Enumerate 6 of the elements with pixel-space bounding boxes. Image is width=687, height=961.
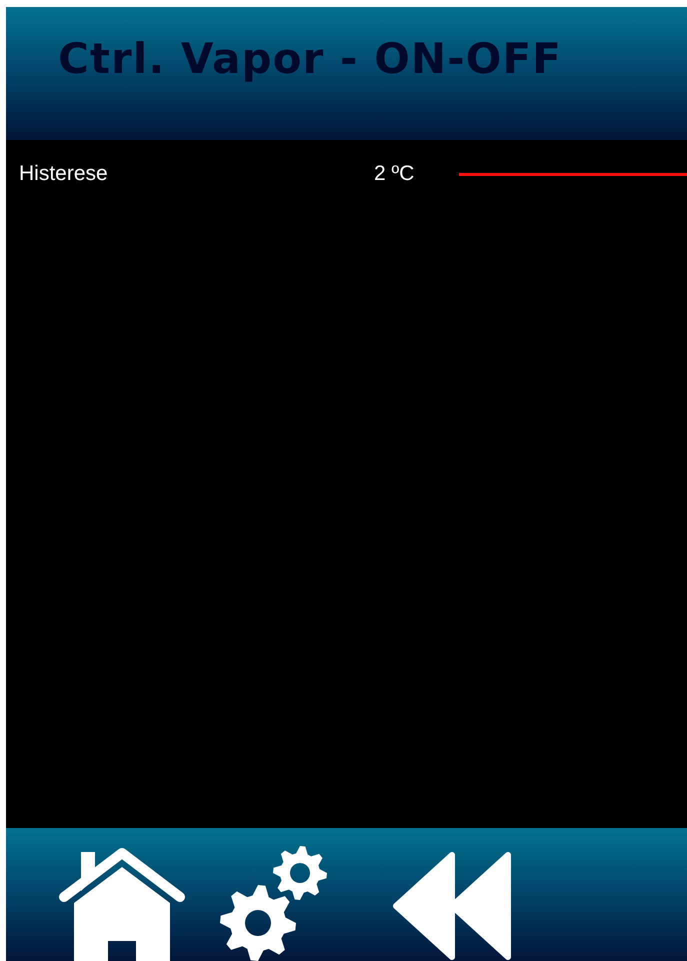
rewind-icon	[392, 851, 512, 961]
parameter-value[interactable]: 2 ºC	[374, 158, 459, 190]
home-icon	[58, 847, 186, 961]
gears-icon	[218, 843, 328, 961]
parameter-label: Histerese	[19, 161, 109, 188]
screen-title: Ctrl. Vapor - ON-OFF	[58, 33, 562, 85]
